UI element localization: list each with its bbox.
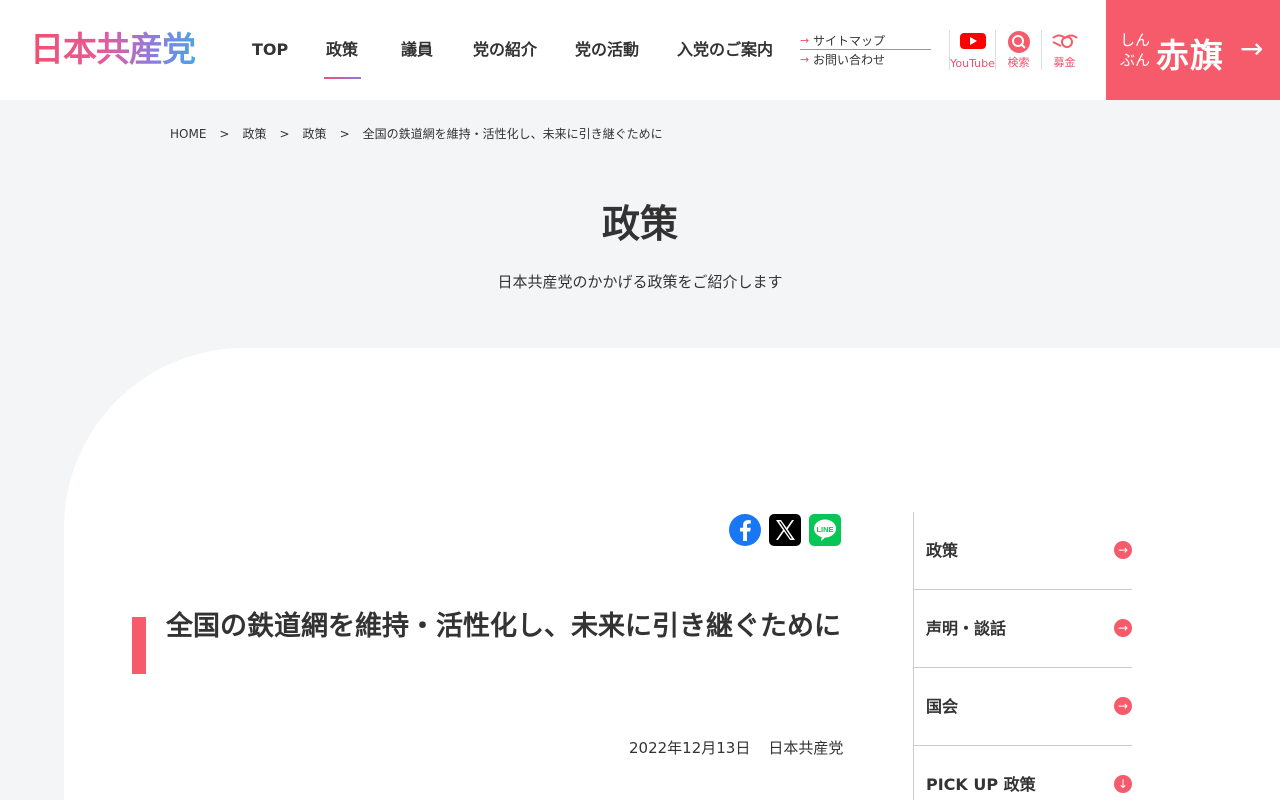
sidebar-item-label: 国会 — [926, 697, 959, 716]
facebook-share-button[interactable] — [729, 514, 761, 546]
sidebar-item-pickup[interactable]: PICK UP 政策 ↓ — [914, 746, 1132, 800]
breadcrumb-policy-category[interactable]: 政策 — [303, 126, 327, 142]
x-icon — [776, 520, 795, 540]
active-nav-indicator — [324, 77, 361, 79]
sidebar-item-label: 政策 — [926, 541, 959, 560]
nav-top[interactable]: TOP — [252, 40, 288, 60]
sidebar-item-label: 声明・談話 — [926, 619, 1007, 638]
sidebar-item-label: PICK UP 政策 — [926, 775, 1036, 794]
sidebar-item-policy[interactable]: 政策 → — [914, 512, 1132, 590]
facebook-icon — [740, 520, 751, 541]
sitemap-link[interactable]: → サイトマップ — [800, 33, 931, 50]
x-share-button[interactable] — [769, 514, 801, 546]
breadcrumb-separator: > — [279, 127, 290, 141]
nav-members[interactable]: 議員 — [401, 40, 433, 60]
arrow-right-circle-icon: → — [1114, 541, 1132, 559]
breadcrumb-current: 全国の鉄道網を維持・活性化し、未来に引き継ぐために — [362, 127, 663, 141]
article-title: 全国の鉄道網を維持・活性化し、未来に引き継ぐために — [166, 611, 841, 642]
line-share-button[interactable]: LINE — [809, 514, 841, 546]
breadcrumb-home[interactable]: HOME — [170, 126, 206, 142]
page-title: 政策 — [601, 202, 678, 246]
arrow-down-circle-icon: ↓ — [1114, 775, 1132, 793]
nav-policy[interactable]: 政策 — [326, 40, 358, 60]
nav-join[interactable]: 入党のご案内 — [677, 40, 773, 60]
svg-text:LINE: LINE — [816, 525, 833, 534]
title-accent-bar — [132, 617, 146, 674]
breadcrumb-separator: > — [339, 127, 350, 141]
article-date: 2022年12月13日 — [629, 739, 751, 757]
sub-links: → サイトマップ → お問い合わせ — [800, 33, 931, 68]
breadcrumb-separator: > — [219, 127, 230, 141]
nav-about[interactable]: 党の紹介 — [473, 40, 537, 60]
site-logo[interactable]: 日本共産党 — [30, 31, 196, 69]
akahata-small-label: しんぶん — [1120, 31, 1151, 69]
article-meta: 2022年12月13日 日本共産党 — [629, 738, 843, 758]
line-icon: LINE — [814, 519, 836, 541]
donation-icon — [1051, 34, 1078, 48]
breadcrumb-policy[interactable]: 政策 — [242, 126, 266, 142]
sidebar-menu: 政策 → 声明・談話 → 国会 → PICK UP 政策 ↓ — [913, 512, 1132, 800]
article-author: 日本共産党 — [768, 739, 844, 757]
search-button[interactable]: 検索 — [995, 30, 1041, 70]
akahata-title: 赤旗 — [1156, 36, 1224, 75]
breadcrumb: HOME > 政策 > 政策 > 全国の鉄道網を維持・活性化し、未来に引き継ぐた… — [170, 126, 663, 142]
akahata-banner[interactable]: しんぶん 赤旗 → — [1106, 0, 1280, 100]
sidebar-item-diet[interactable]: 国会 → — [914, 668, 1132, 746]
arrow-right-circle-icon: → — [1114, 619, 1132, 637]
youtube-icon — [959, 33, 986, 49]
site-header: 日本共産党 TOP 政策 議員 党の紹介 党の活動 入党のご案内 → サイトマッ… — [0, 0, 1280, 100]
contact-link[interactable]: → お問い合わせ — [800, 51, 931, 68]
search-icon — [1007, 31, 1030, 53]
donation-link[interactable]: 募金 — [1041, 30, 1087, 70]
arrow-right-icon: → — [800, 53, 810, 66]
arrow-right-circle-icon: → — [1114, 697, 1132, 715]
youtube-link[interactable]: YouTube — [949, 30, 995, 70]
nav-activities[interactable]: 党の活動 — [575, 40, 639, 60]
page-subtitle: 日本共産党のかかげる政策をご紹介します — [497, 273, 783, 291]
sidebar-item-statements[interactable]: 声明・談話 → — [914, 590, 1132, 668]
arrow-right-icon: → — [1240, 32, 1264, 65]
arrow-right-icon: → — [800, 34, 810, 47]
